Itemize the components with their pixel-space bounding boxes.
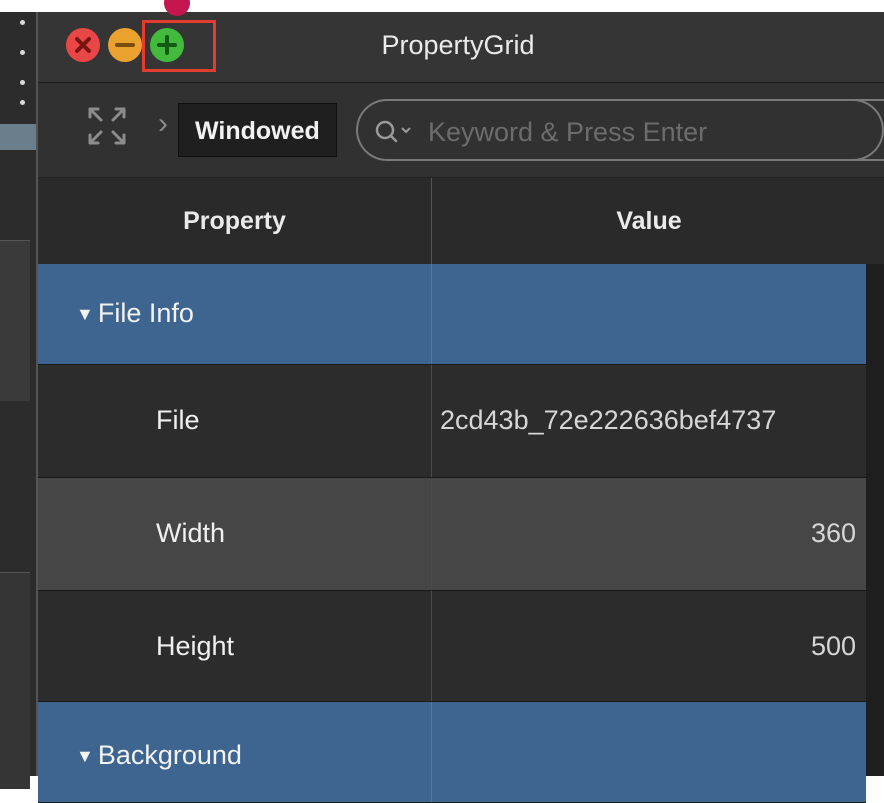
minimize-icon (115, 43, 135, 47)
property-name: File (156, 405, 200, 435)
minimize-button[interactable] (108, 28, 142, 62)
table-row[interactable]: Width 360 (38, 478, 866, 591)
cell-divider (431, 478, 432, 590)
handle-dot (20, 20, 25, 25)
scrollbar-track[interactable] (866, 264, 884, 776)
disclosure-triangle-icon[interactable]: ▼ (76, 304, 94, 325)
handle-dot (20, 50, 25, 55)
cell-divider (431, 264, 432, 364)
handle-dot (20, 100, 25, 105)
column-header-property[interactable]: Property (38, 178, 431, 264)
window-title: PropertyGrid (381, 30, 535, 60)
background-selection-band (0, 124, 36, 150)
table-row[interactable]: File 2cd43b_72e222636bef4737 (38, 365, 866, 478)
close-button[interactable] (66, 28, 100, 62)
collapse-chevron-icon[interactable]: › (158, 107, 168, 141)
property-name: Height (156, 631, 235, 661)
column-header-value[interactable]: Value (432, 178, 866, 264)
property-value[interactable]: 360 (440, 518, 856, 549)
cell-divider (431, 365, 432, 477)
cell-divider (431, 591, 432, 701)
background-panel (0, 240, 30, 401)
toolbar: › Windowed (38, 83, 884, 178)
property-grid-window: PropertyGrid › Windowed Property (36, 12, 884, 803)
close-icon (75, 37, 91, 53)
search-icon[interactable] (374, 119, 420, 145)
group-label: ▼ Background (76, 740, 242, 771)
cell-divider (431, 702, 432, 802)
search-input[interactable] (426, 113, 870, 151)
group-name: File Info (97, 298, 194, 328)
group-name: Background (97, 740, 242, 770)
windowed-tooltip: Windowed (178, 103, 337, 157)
search-field[interactable] (356, 99, 884, 161)
property-name: Width (156, 518, 226, 548)
group-row-file-info[interactable]: ▼ File Info (38, 264, 866, 365)
group-row-background[interactable]: ▼ Background (38, 702, 866, 803)
zoom-button-highlight (142, 20, 216, 72)
table-row[interactable]: Height 500 (38, 591, 866, 702)
title-bar[interactable]: PropertyGrid (38, 12, 884, 83)
search-field-end (818, 99, 884, 161)
expand-icon[interactable] (86, 105, 128, 147)
background-app-strip (0, 12, 36, 789)
group-label: ▼ File Info (76, 298, 194, 329)
handle-dot (20, 80, 25, 85)
table-header: Property Value (38, 178, 884, 265)
disclosure-triangle-icon[interactable]: ▼ (76, 746, 94, 767)
property-value[interactable]: 500 (440, 631, 856, 662)
background-panel (0, 572, 30, 789)
property-value[interactable]: 2cd43b_72e222636bef4737 (440, 405, 856, 436)
